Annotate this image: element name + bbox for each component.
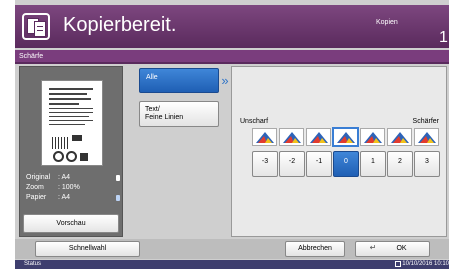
mode-text-fine-lines-button[interactable]: Text/ Feine Linien	[139, 101, 219, 127]
sharpness-swatch-icon	[360, 128, 385, 146]
copy-app-icon	[22, 13, 50, 40]
preview-page-thumbnail	[41, 80, 103, 166]
sharpness-swatch-icon	[279, 128, 304, 146]
copies-label: Kopien	[376, 19, 398, 26]
sharpness-swatch-icon	[414, 128, 439, 146]
sharpness-value-button[interactable]: -2	[279, 151, 305, 177]
preview-panel: Original: A4 Zoom: 100% Papier: A4 Vorsc…	[19, 66, 123, 237]
status-datetime: 10/10/2016 10:10	[402, 261, 449, 267]
label-scharfer: Schärfer	[412, 118, 439, 125]
mode-all-button[interactable]: Alle	[139, 68, 219, 93]
sharpness-swatch-icon	[333, 128, 358, 146]
copies-count: 1	[439, 29, 448, 46]
bottom-bar: Schnellwahl Abbrechen ↵ OK	[15, 239, 449, 259]
status-button[interactable]: Status	[24, 261, 41, 267]
screen: Kopierbereit. Kopien 1 Schärfe Original:…	[15, 0, 449, 269]
cancel-button[interactable]: Abbrechen	[285, 241, 345, 257]
sharpness-adjust-panel: Unscharf Schärfer -3 -2 -1 0 1 2 3	[231, 66, 447, 237]
paper-tray-icon	[116, 195, 120, 201]
sharpness-swatch-icon	[252, 128, 277, 146]
info-zoom: Zoom: 100%	[26, 184, 80, 191]
info-paper: Papier: A4	[26, 194, 71, 201]
sharpness-value-button[interactable]: 3	[414, 151, 440, 177]
ok-button[interactable]: ↵ OK	[355, 241, 430, 257]
quick-setup-button[interactable]: Schnellwahl	[35, 241, 140, 257]
status-dot-icon	[116, 175, 120, 181]
preview-button[interactable]: Vorschau	[23, 214, 119, 233]
sharpness-swatch-icon	[306, 128, 331, 146]
chevron-right-icon: »	[221, 73, 229, 88]
notification-icon	[395, 261, 401, 267]
sharpness-value-button[interactable]: 2	[387, 151, 413, 177]
page-title: Kopierbereit.	[63, 14, 177, 36]
section-bar: Schärfe	[15, 50, 449, 64]
tab-scharfe: Schärfe	[19, 53, 44, 60]
sharpness-swatch-icon	[387, 128, 412, 146]
enter-icon: ↵	[369, 243, 377, 252]
header-bar: Kopierbereit. Kopien 1	[15, 5, 449, 48]
sharpness-value-button[interactable]: 1	[360, 151, 386, 177]
sharpness-value-button[interactable]: -3	[252, 151, 278, 177]
sharpness-value-button[interactable]: -1	[306, 151, 332, 177]
status-bar: Status 10/10/2016 10:10	[15, 260, 449, 269]
label-unscharf: Unscharf	[240, 118, 269, 125]
info-original: Original: A4	[26, 174, 71, 181]
sharpness-value-button[interactable]: 0	[333, 151, 359, 177]
